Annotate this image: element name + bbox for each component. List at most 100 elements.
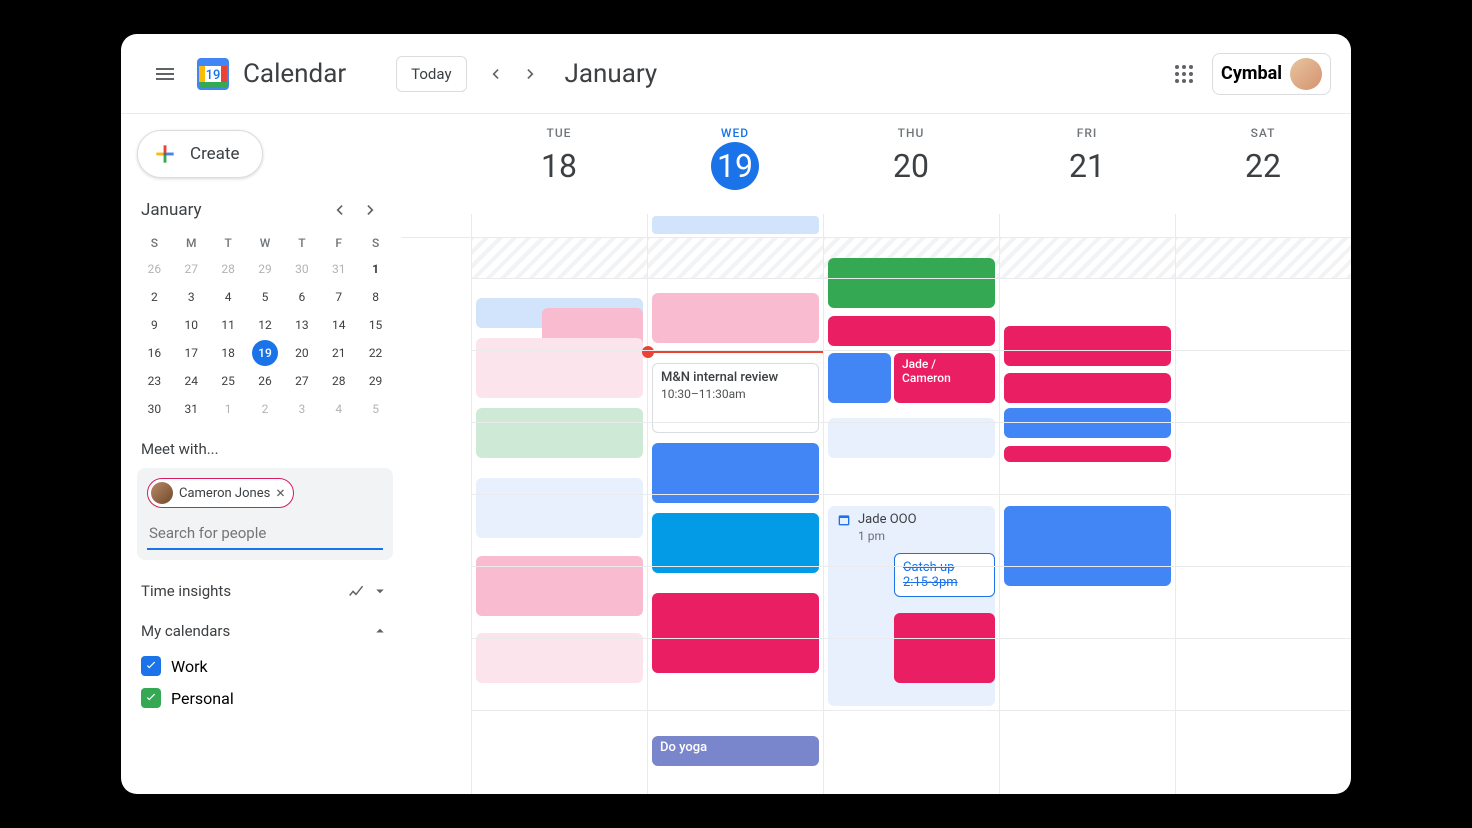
day-header[interactable]: TUE18 [471, 114, 647, 214]
remove-chip-button[interactable]: × [276, 485, 285, 501]
event-block[interactable] [1004, 506, 1171, 586]
person-chip[interactable]: Cameron Jones × [147, 478, 294, 508]
event-block[interactable] [828, 316, 995, 346]
time-grid[interactable]: M&N internal review 10:30–11:30am Do yog… [401, 238, 1351, 794]
mini-calendar[interactable]: SMTWTFS262728293031123456789101112131415… [137, 232, 393, 422]
mini-day[interactable]: 19 [252, 340, 278, 366]
mini-day[interactable]: 3 [178, 284, 204, 310]
mini-day[interactable]: 18 [215, 340, 241, 366]
event-block[interactable] [652, 593, 819, 673]
my-calendars-toggle[interactable]: My calendars [137, 618, 393, 644]
event-block[interactable] [828, 353, 891, 403]
event-jade-cameron[interactable]: Jade / Cameron [894, 353, 995, 403]
mini-day[interactable]: 6 [289, 284, 315, 310]
event-block[interactable] [1004, 326, 1171, 366]
mini-day[interactable]: 13 [289, 312, 315, 338]
event-catchup[interactable]: Catch up 2:15-3pm [894, 553, 995, 597]
mini-day[interactable]: 1 [363, 256, 389, 282]
mini-day[interactable]: 17 [178, 340, 204, 366]
mini-day[interactable]: 4 [215, 284, 241, 310]
mini-dow: T [211, 232, 246, 254]
event-block[interactable] [1004, 373, 1171, 403]
mini-day[interactable]: 10 [178, 312, 204, 338]
mini-day[interactable]: 28 [215, 256, 241, 282]
mini-day[interactable]: 24 [178, 368, 204, 394]
mini-day[interactable]: 27 [289, 368, 315, 394]
people-search-input[interactable] [147, 514, 383, 550]
mini-day[interactable]: 25 [215, 368, 241, 394]
event-block[interactable] [828, 418, 995, 458]
mini-day[interactable]: 30 [289, 256, 315, 282]
event-block[interactable] [828, 258, 995, 308]
mini-day[interactable]: 1 [215, 396, 241, 422]
mini-prev-button[interactable] [325, 196, 353, 224]
mini-day[interactable]: 31 [178, 396, 204, 422]
mini-day[interactable]: 29 [363, 368, 389, 394]
event-block[interactable] [652, 293, 819, 343]
mini-day[interactable]: 31 [326, 256, 352, 282]
mini-day[interactable]: 11 [215, 312, 241, 338]
event-block[interactable] [1004, 446, 1171, 462]
event-block[interactable] [476, 478, 643, 538]
main-menu-button[interactable] [141, 50, 189, 98]
mini-day[interactable]: 4 [326, 396, 352, 422]
mini-dow: S [358, 232, 393, 254]
time-insights-toggle[interactable]: Time insights [137, 578, 393, 604]
account-switcher[interactable]: Cymbal [1212, 53, 1331, 95]
mini-dow: M [174, 232, 209, 254]
mini-day[interactable]: 23 [141, 368, 167, 394]
mini-day[interactable]: 8 [363, 284, 389, 310]
google-apps-button[interactable] [1172, 62, 1196, 86]
calendar-row-personal[interactable]: Personal [137, 682, 393, 714]
chevron-up-icon [371, 622, 389, 640]
create-button[interactable]: Create [137, 130, 263, 178]
day-header[interactable]: WED19 [647, 114, 823, 214]
mini-day[interactable]: 9 [141, 312, 167, 338]
mini-day[interactable]: 2 [252, 396, 278, 422]
mini-day[interactable]: 22 [363, 340, 389, 366]
day-headers: TUE18WED19THU20FRI21SAT22 [401, 114, 1351, 214]
mini-day[interactable]: 7 [326, 284, 352, 310]
insights-icon [347, 582, 365, 600]
mini-day[interactable]: 5 [252, 284, 278, 310]
mini-day[interactable]: 30 [141, 396, 167, 422]
mini-day[interactable]: 5 [363, 396, 389, 422]
day-header[interactable]: THU20 [823, 114, 999, 214]
mini-day[interactable]: 28 [326, 368, 352, 394]
day-of-week-label: WED [647, 126, 823, 140]
calendar-row-work[interactable]: Work [137, 650, 393, 682]
chevron-right-icon [361, 200, 381, 220]
event-block[interactable] [476, 408, 643, 458]
brand-label: Cymbal [1221, 63, 1282, 84]
chevron-down-icon [371, 582, 389, 600]
mini-day[interactable]: 3 [289, 396, 315, 422]
event-block[interactable] [476, 556, 643, 616]
event-block[interactable] [1004, 408, 1171, 438]
mini-day[interactable]: 21 [326, 340, 352, 366]
mini-day[interactable]: 14 [326, 312, 352, 338]
event-do-yoga[interactable]: Do yoga [652, 736, 819, 766]
today-button[interactable]: Today [396, 56, 466, 92]
current-time-indicator [648, 351, 823, 353]
next-period-button[interactable] [513, 56, 549, 92]
allday-event[interactable] [652, 216, 819, 234]
event-block[interactable] [476, 338, 643, 398]
mini-day[interactable]: 15 [363, 312, 389, 338]
day-of-week-label: FRI [999, 126, 1175, 140]
mini-day[interactable]: 2 [141, 284, 167, 310]
mini-day[interactable]: 29 [252, 256, 278, 282]
mini-day[interactable]: 26 [252, 368, 278, 394]
event-block[interactable] [652, 513, 819, 573]
event-block[interactable] [894, 613, 995, 683]
day-header[interactable]: FRI21 [999, 114, 1175, 214]
mini-day[interactable]: 27 [178, 256, 204, 282]
mini-day[interactable]: 12 [252, 312, 278, 338]
prev-period-button[interactable] [477, 56, 513, 92]
mini-day[interactable]: 26 [141, 256, 167, 282]
event-block[interactable] [476, 633, 643, 683]
mini-next-button[interactable] [357, 196, 385, 224]
mini-day[interactable]: 16 [141, 340, 167, 366]
mini-day[interactable]: 20 [289, 340, 315, 366]
mini-dow: W [248, 232, 283, 254]
day-header[interactable]: SAT22 [1175, 114, 1351, 214]
